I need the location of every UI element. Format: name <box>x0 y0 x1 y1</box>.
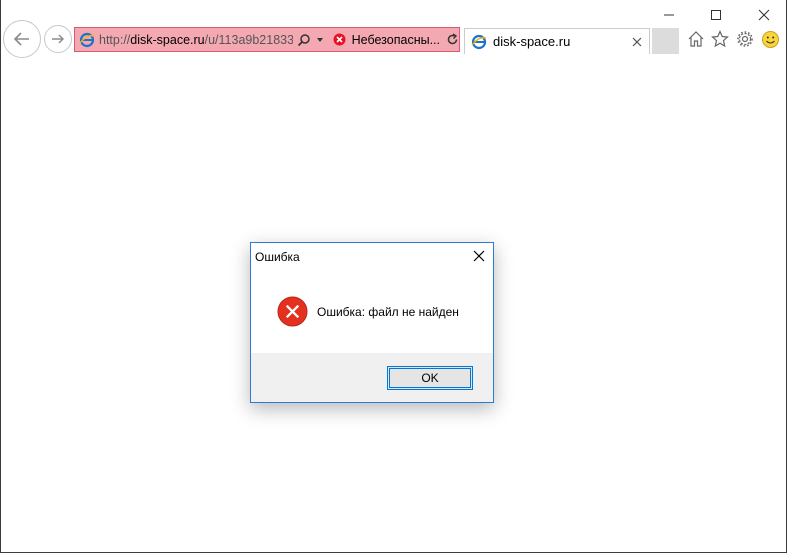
tab-title: disk-space.ru <box>493 34 571 49</box>
minimize-icon <box>664 14 674 16</box>
address-bar[interactable]: http://disk-space.ru/u/113a9b21833fe Неб… <box>74 27 460 52</box>
error-dialog: Ошибка Ошибка: файл не найден OK <box>250 242 494 403</box>
close-icon <box>758 9 770 21</box>
new-tab-button[interactable] <box>652 28 679 54</box>
dialog-body: Ошибка: файл не найден <box>251 271 493 353</box>
minimize-button[interactable] <box>646 0 692 30</box>
tab-close-icon[interactable] <box>632 37 642 47</box>
url-host: disk-space.ru <box>130 32 205 47</box>
url-path: /u/113a9b21833fe <box>204 32 293 47</box>
url-prefix: http:// <box>99 32 131 47</box>
dialog-titlebar[interactable]: Ошибка <box>251 243 493 271</box>
close-icon <box>473 250 485 262</box>
settings-button[interactable] <box>734 28 756 50</box>
feedback-button[interactable] <box>759 28 781 50</box>
dialog-close-button[interactable] <box>471 248 487 264</box>
maximize-button[interactable] <box>693 0 739 30</box>
security-warning-text[interactable]: Небезопасны... <box>352 33 440 47</box>
url-text[interactable]: http://disk-space.ru/u/113a9b21833fe <box>99 33 293 47</box>
dropdown-arrow-icon[interactable] <box>315 35 325 45</box>
forward-button[interactable] <box>44 25 72 53</box>
tab-disk-space[interactable]: disk-space.ru <box>464 28 650 54</box>
ok-button[interactable]: OK <box>387 366 473 390</box>
browser-window: http://disk-space.ru/u/113a9b21833fe Неб… <box>0 0 787 553</box>
ie-logo-icon <box>79 32 95 47</box>
favorites-button[interactable] <box>709 28 731 50</box>
error-icon <box>277 296 308 327</box>
ie-logo-icon <box>471 34 487 49</box>
dialog-footer: OK <box>251 353 493 402</box>
arrow-left-icon <box>13 32 29 46</box>
arrow-right-icon <box>52 34 64 44</box>
back-button[interactable] <box>3 20 41 58</box>
smiley-icon <box>761 30 779 48</box>
window-close-button[interactable] <box>741 0 787 30</box>
dialog-title: Ошибка <box>255 250 300 264</box>
home-icon <box>688 31 704 47</box>
search-icon[interactable] <box>297 33 311 47</box>
star-icon <box>711 30 729 48</box>
security-error-icon[interactable] <box>333 33 346 46</box>
refresh-icon[interactable] <box>446 33 459 46</box>
maximize-icon <box>711 10 721 20</box>
home-button[interactable] <box>685 28 707 50</box>
dialog-message: Ошибка: файл не найден <box>317 305 459 319</box>
gear-icon <box>737 31 753 47</box>
